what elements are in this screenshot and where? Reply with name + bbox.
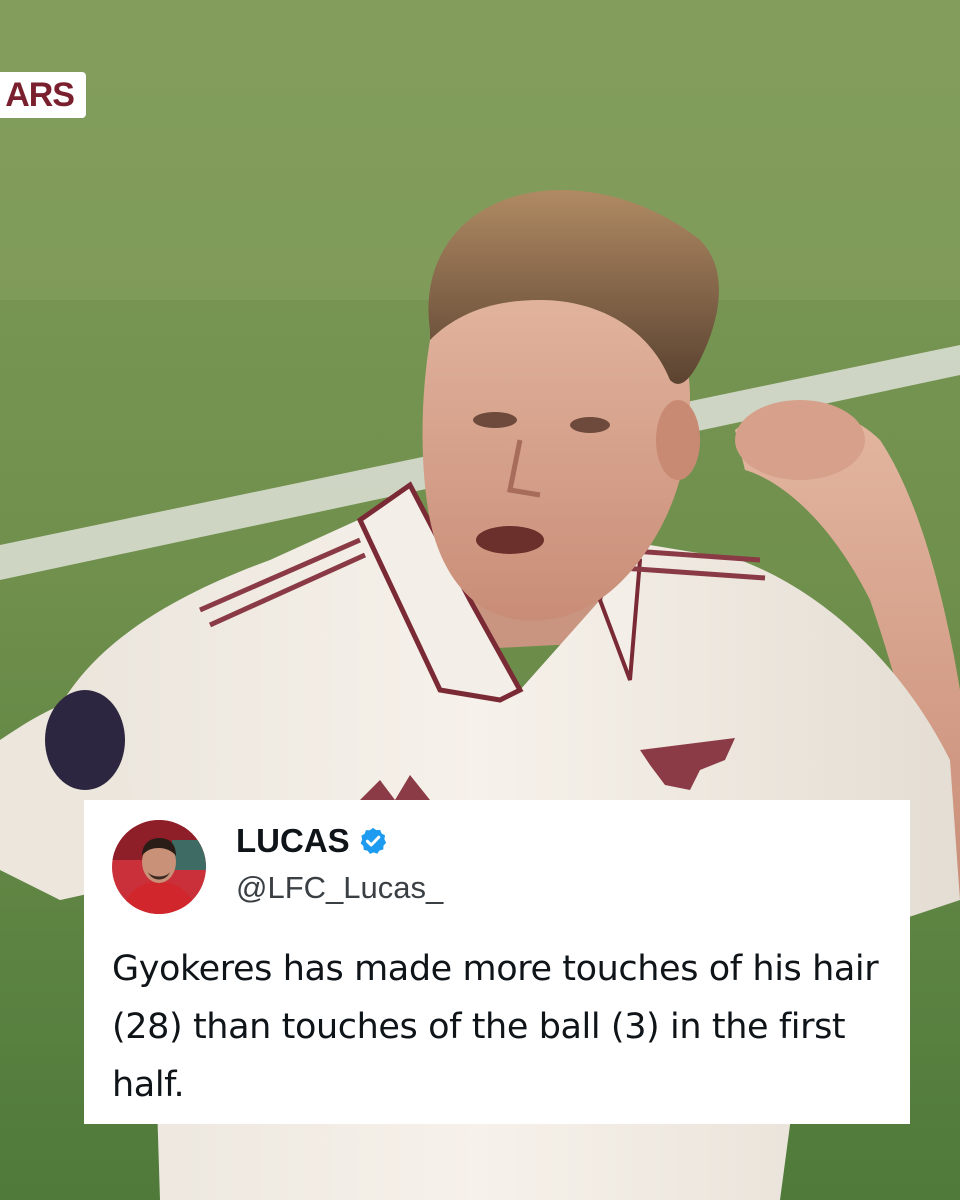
verified-badge-icon [358, 826, 388, 856]
tweet-card[interactable]: LUCAS @LFC_Lucas_ Gyokeres has made more… [84, 800, 910, 1124]
player-eye-left [473, 412, 517, 428]
player-ear [656, 400, 700, 480]
player-mouth [476, 526, 544, 554]
player-eye-right [570, 417, 610, 433]
team-abbreviation: ARS [5, 75, 75, 114]
player-hand [735, 400, 865, 480]
sleeve-badge [45, 690, 125, 790]
display-name[interactable]: LUCAS [236, 822, 388, 860]
profile-photo-icon [112, 820, 206, 914]
display-name-text: LUCAS [236, 822, 350, 859]
avatar[interactable] [112, 820, 206, 914]
user-handle[interactable]: @LFC_Lucas_ [236, 870, 443, 906]
scoreboard-team-tag: ARS [0, 72, 86, 118]
tweet-text: Gyokeres has made more touches of his ha… [112, 949, 879, 1105]
